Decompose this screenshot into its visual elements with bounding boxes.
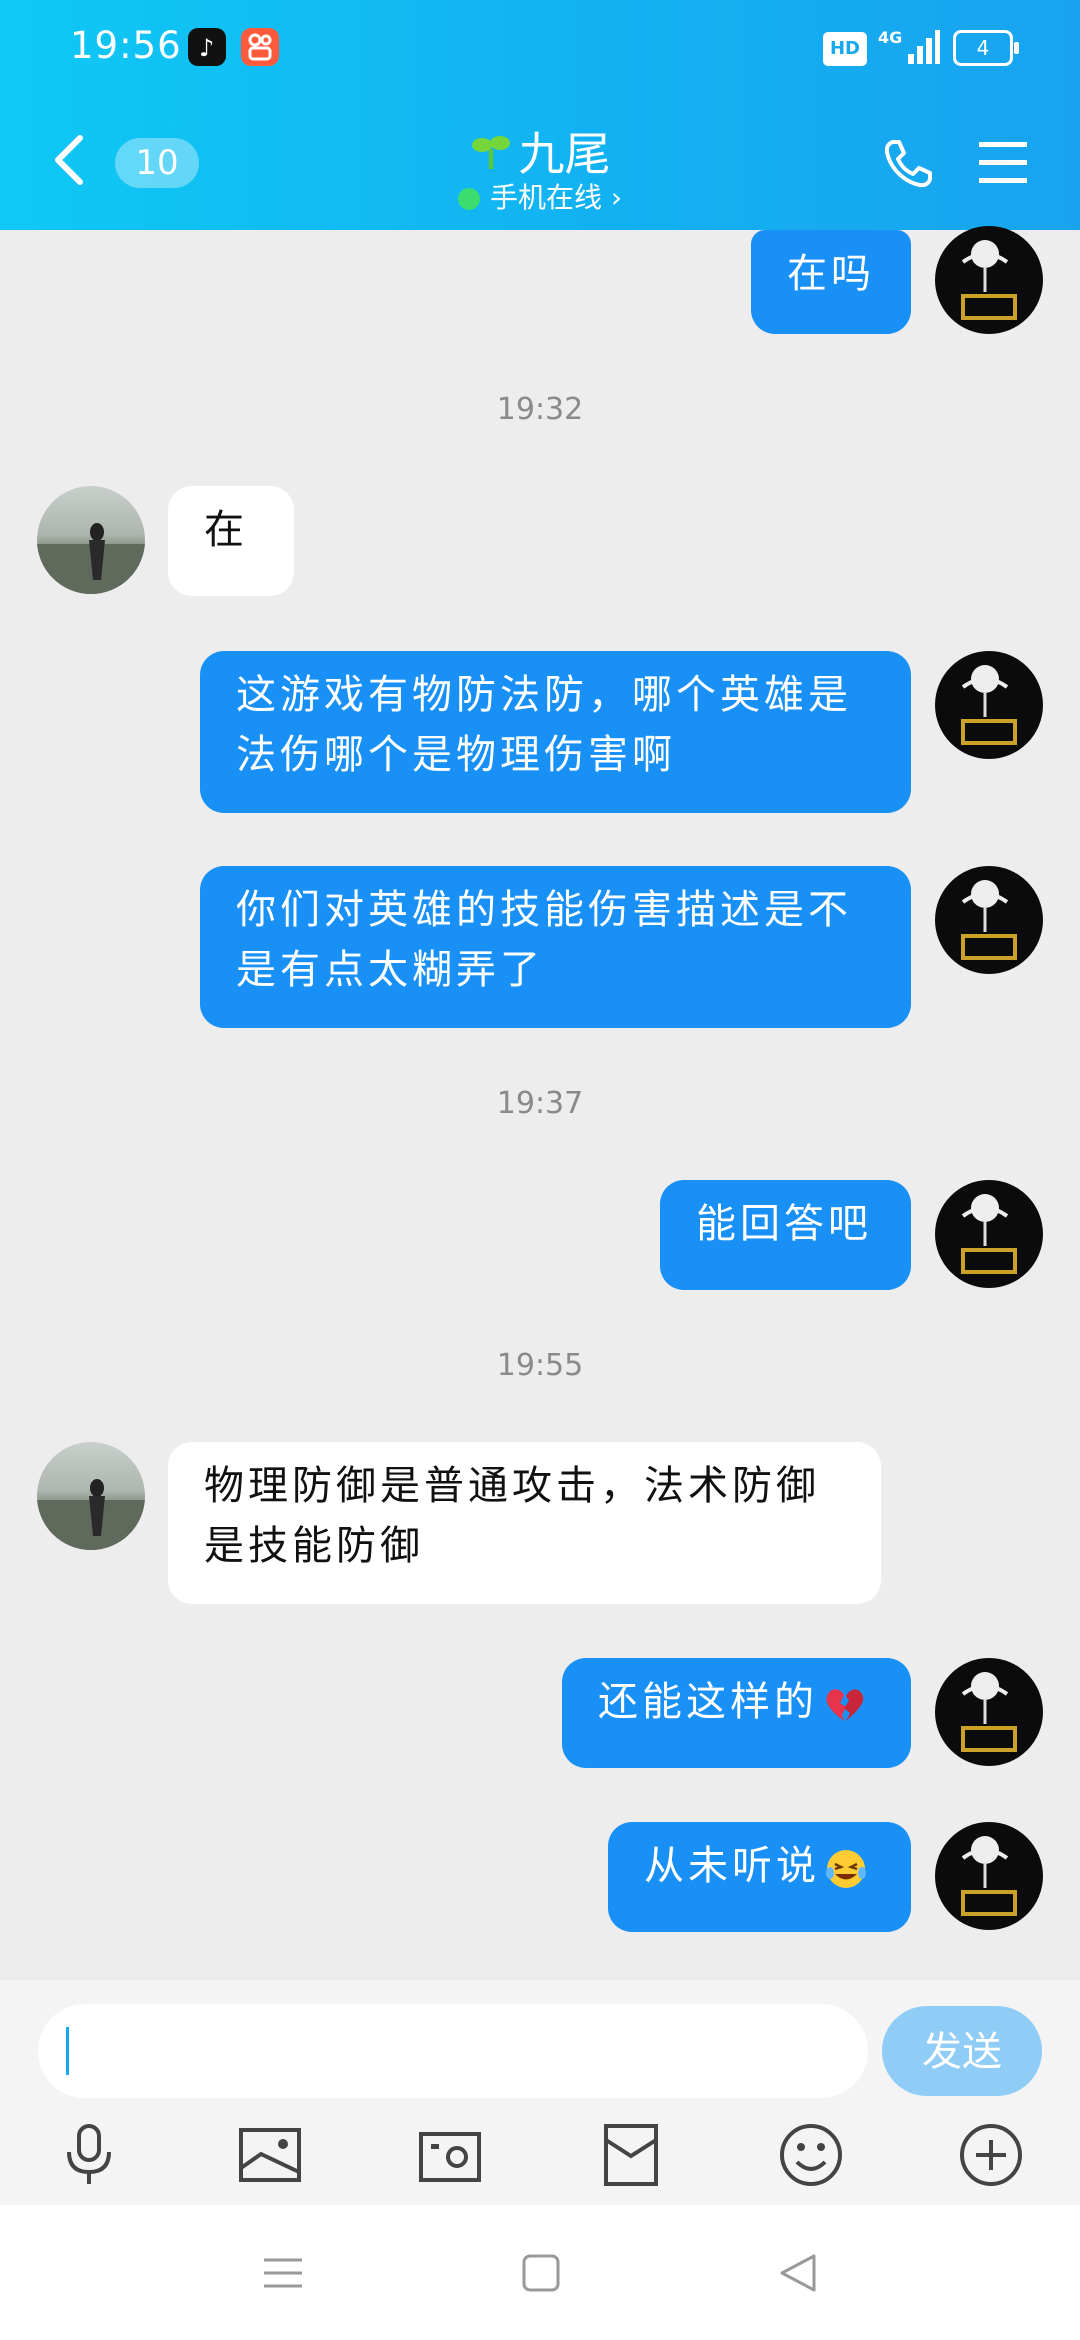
my-message-bubble[interactable]: 在吗 — [751, 230, 911, 334]
image-icon[interactable] — [235, 2120, 305, 2190]
my-avatar[interactable] — [935, 1822, 1043, 1930]
input-bar: 发送 — [0, 1980, 1080, 2205]
text-caret — [66, 2027, 69, 2075]
my-message-bubble[interactable]: 从未听说 — [608, 1822, 911, 1932]
message-text: 在吗 — [787, 251, 875, 297]
status-time: 19:56 — [70, 24, 182, 67]
online-dot-icon — [457, 188, 480, 210]
kuaishou-notification-icon — [241, 28, 279, 66]
my-avatar[interactable] — [935, 1658, 1043, 1766]
my-avatar[interactable] — [935, 651, 1043, 759]
plus-icon[interactable] — [956, 2120, 1026, 2190]
timestamp: 19:32 — [496, 392, 584, 427]
my-avatar-image — [961, 240, 1017, 320]
send-button[interactable]: 发送 — [882, 2006, 1042, 2096]
timestamp: 19:37 — [496, 1086, 584, 1121]
my-avatar-image — [961, 880, 1017, 960]
phone-call-icon[interactable] — [880, 136, 936, 192]
timestamp: 19:55 — [496, 1348, 584, 1383]
hd-voice-icon: HD — [823, 32, 867, 66]
signal-icon — [908, 30, 940, 64]
contact-name: 九尾 — [518, 127, 611, 181]
my-message-bubble[interactable]: 能回答吧 — [660, 1180, 911, 1290]
back-icon[interactable] — [774, 2248, 824, 2298]
contact-avatar-image — [37, 1479, 145, 1550]
my-avatar-image — [961, 665, 1017, 745]
home-icon[interactable] — [516, 2248, 566, 2298]
red-packet-icon[interactable] — [596, 2120, 666, 2190]
my-avatar-image — [961, 1836, 1017, 1916]
smiley-icon[interactable] — [776, 2120, 846, 2190]
message-text: 还能这样的 — [598, 1679, 818, 1725]
message-text: 在 — [204, 507, 248, 553]
my-avatar[interactable] — [935, 226, 1043, 334]
contact-avatar-image — [37, 523, 145, 594]
contact-avatar[interactable] — [37, 1442, 145, 1550]
message-text: 从未听说 — [644, 1843, 820, 1889]
contact-message-bubble[interactable]: 物理防御是普通攻击，法术防御是技能防御 — [168, 1442, 881, 1604]
sprout-icon — [472, 136, 511, 169]
system-nav-bar — [0, 2205, 1080, 2340]
battery-icon: 4 — [953, 30, 1019, 66]
contact-message-bubble[interactable]: 在 — [168, 486, 294, 596]
my-message-bubble[interactable]: 这游戏有物防法防，哪个英雄是法伤哪个是物理伤害啊 — [200, 651, 911, 813]
my-message-bubble[interactable]: 你们对英雄的技能伤害描述是不是有点太糊弄了 — [200, 866, 911, 1028]
camera-icon[interactable] — [415, 2120, 485, 2190]
my-avatar[interactable] — [935, 866, 1043, 974]
my-avatar[interactable] — [935, 1180, 1043, 1288]
tiktok-notification-icon: ♪ — [188, 28, 226, 66]
message-text: 物理防御是普通攻击，法术防御是技能防御 — [204, 1463, 820, 1569]
broken-heart-icon — [826, 1689, 864, 1721]
contact-avatar[interactable] — [37, 486, 145, 594]
message-list[interactable]: 在吗 19:32 在 这游戏有物防法防，哪个英雄是法伤哪个是物理伤害啊 你们对英… — [0, 226, 1080, 1980]
laughing-tears-icon — [826, 1850, 866, 1888]
message-input[interactable] — [38, 2004, 868, 2098]
my-avatar-image — [961, 1194, 1017, 1274]
menu-icon[interactable] — [975, 138, 1031, 188]
message-text: 你们对英雄的技能伤害描述是不是有点太糊弄了 — [236, 887, 852, 993]
chat-header: 19:56 ♪ HD 4G 4 10 九尾 手机在线 › — [0, 0, 1080, 230]
chevron-right-icon: › — [601, 181, 623, 214]
microphone-icon[interactable] — [54, 2120, 124, 2190]
message-text: 能回答吧 — [696, 1201, 872, 1247]
status-bar: 19:56 ♪ HD 4G 4 — [0, 0, 1080, 95]
recent-apps-icon[interactable] — [258, 2248, 308, 2298]
my-avatar-image — [961, 1672, 1017, 1752]
message-text: 这游戏有物防法防，哪个英雄是法伤哪个是物理伤害啊 — [236, 672, 852, 778]
my-message-bubble[interactable]: 还能这样的 — [562, 1658, 911, 1768]
online-status-text: 手机在线 — [489, 181, 602, 214]
svg-text:♪: ♪ — [199, 34, 214, 62]
